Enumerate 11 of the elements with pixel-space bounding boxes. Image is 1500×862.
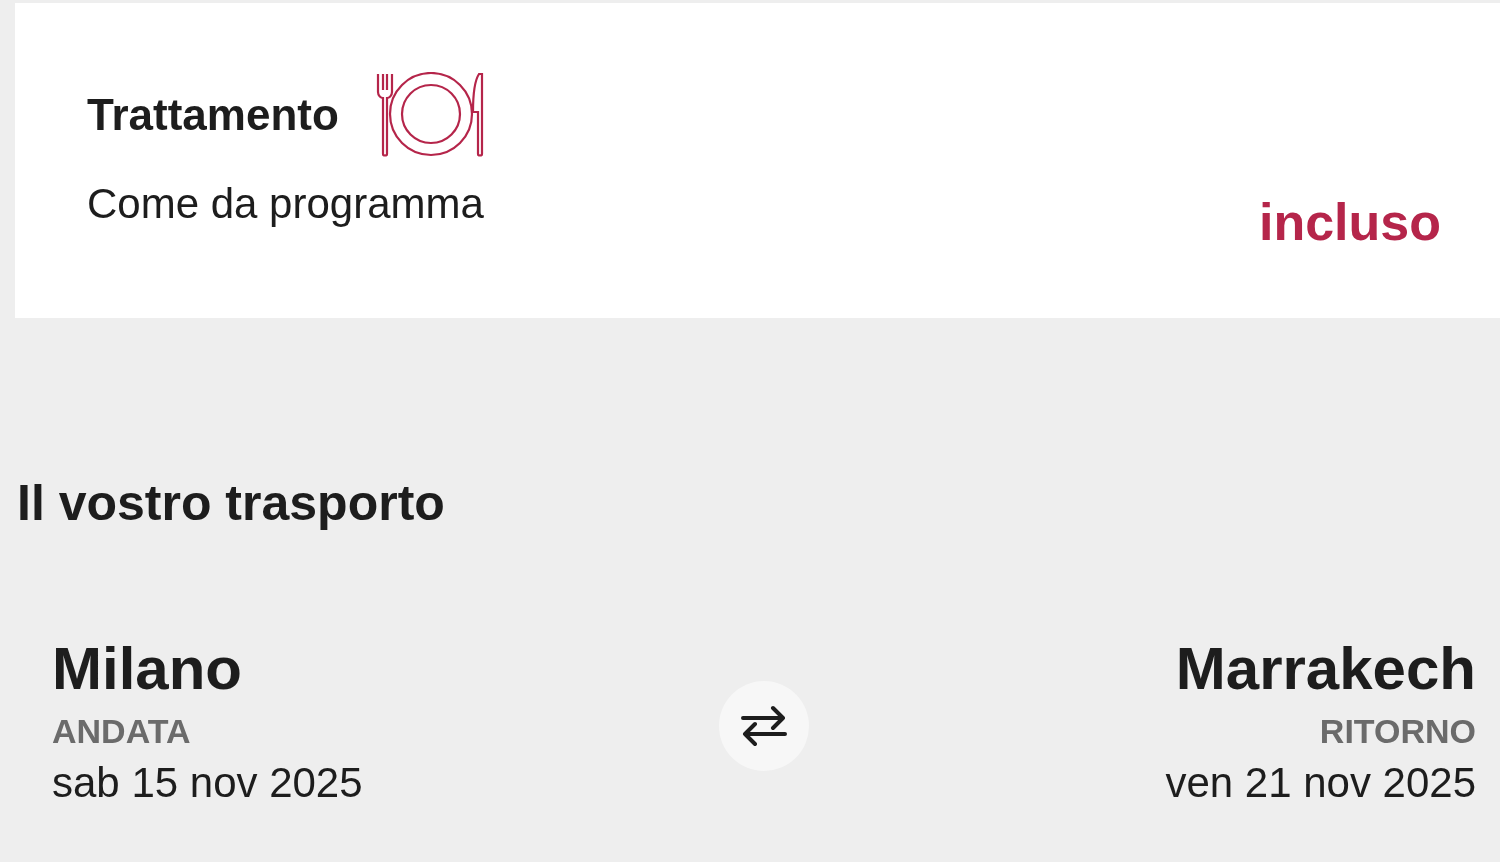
swap-arrows-icon (739, 704, 789, 748)
meal-price: incluso (1258, 192, 1441, 253)
trip-date: ven 21 nov 2025 (1165, 758, 1476, 808)
trip-date: sab 15 nov 2025 (52, 758, 363, 808)
trip-label: RITORNO (1319, 711, 1476, 752)
section-heading: Il vostro trasporto (17, 474, 446, 533)
city-name: Milano (52, 634, 242, 704)
city-name: Marrakech (1175, 634, 1476, 704)
meal-description: Come da programma (87, 179, 485, 229)
trip-label: ANDATA (52, 711, 191, 752)
meal-title: Trattamento (87, 89, 339, 141)
